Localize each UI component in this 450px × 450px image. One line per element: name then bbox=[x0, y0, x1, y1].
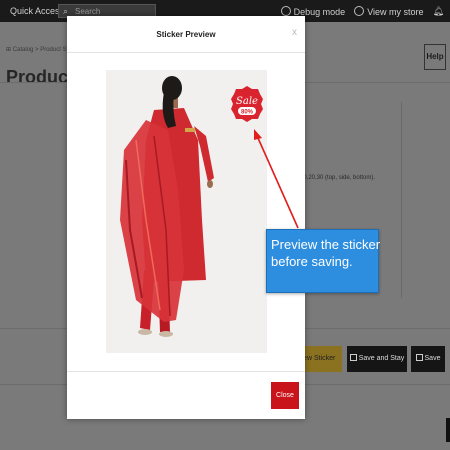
sticker-percent: 80% bbox=[241, 110, 254, 116]
modal-footer-divider bbox=[67, 371, 305, 372]
floppy-icon bbox=[349, 354, 357, 361]
topbar-right-group: Debug mode View my store 🔔︎ bbox=[280, 6, 444, 17]
view-store-link[interactable]: View my store bbox=[354, 6, 424, 17]
callout-line-2: before saving. bbox=[271, 254, 353, 269]
help-button[interactable]: Help bbox=[424, 44, 446, 70]
save-label: Save bbox=[424, 355, 441, 362]
scroll-handle[interactable] bbox=[446, 418, 450, 442]
sticker-text: Sale bbox=[236, 96, 258, 107]
modal-title: Sticker Preview bbox=[156, 30, 216, 39]
close-button[interactable]: Close bbox=[271, 382, 299, 409]
notifications-icon[interactable]: 🔔︎ bbox=[433, 6, 444, 17]
breadcrumb[interactable]: ⊞ Catalog > Product Stick bbox=[6, 46, 76, 53]
callout-line-1: Preview the sticker bbox=[271, 237, 381, 252]
bug-icon bbox=[280, 6, 291, 16]
sticker-preview-modal: Sticker Preview x Sale 80% Close bbox=[67, 16, 305, 419]
product-image: Sale 80% bbox=[106, 70, 267, 353]
floppy-icon bbox=[415, 354, 423, 361]
view-store-label: View my store bbox=[367, 7, 424, 17]
save-and-stay-label: Save and Stay bbox=[358, 355, 405, 362]
search-placeholder: Search bbox=[75, 7, 101, 16]
save-button[interactable]: Save bbox=[411, 346, 445, 372]
close-icon[interactable]: x bbox=[292, 27, 297, 38]
save-and-stay-button[interactable]: Save and Stay bbox=[347, 346, 407, 372]
field-hint: 20,20,30 (top, side, bottom). bbox=[300, 175, 376, 181]
eye-icon bbox=[354, 6, 365, 16]
annotation-callout: Preview the sticker before saving. bbox=[266, 229, 381, 293]
modal-header: Sticker Preview x bbox=[67, 16, 305, 53]
sale-sticker: Sale 80% bbox=[231, 86, 263, 122]
page: Quick Access ▾ ⌕ Search Debug mode View … bbox=[0, 0, 450, 450]
